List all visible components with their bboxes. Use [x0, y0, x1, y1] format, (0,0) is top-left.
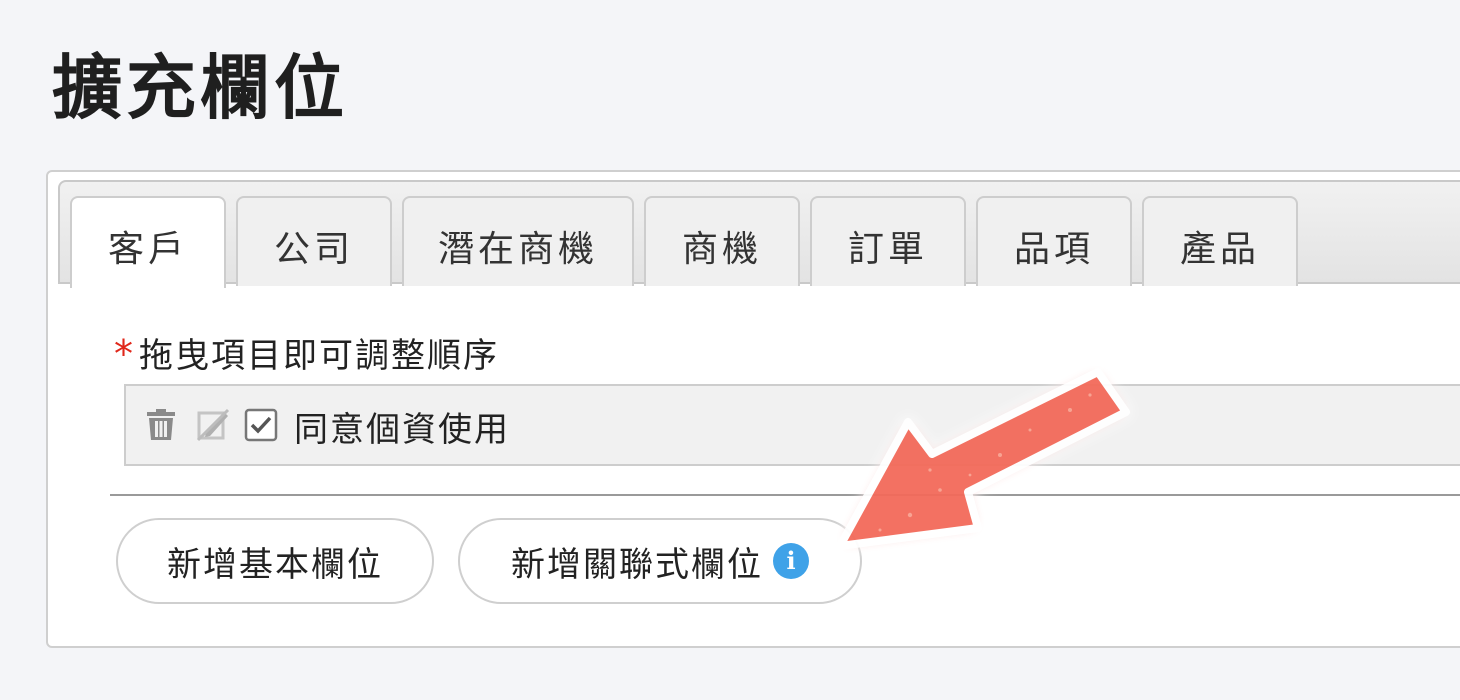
- divider: [110, 494, 1460, 496]
- extension-fields-panel: 客戶 公司 潛在商機 商機 訂單 品項 產品 * 拖曳項目即可調整順序 同意個資使…: [46, 170, 1460, 648]
- tab-company[interactable]: 公司: [236, 196, 392, 286]
- field-item-label: 同意個資使用: [294, 410, 510, 450]
- info-icon[interactable]: i: [773, 543, 809, 579]
- tab-bar: 客戶 公司 潛在商機 商機 訂單 品項 產品: [58, 180, 1460, 288]
- sort-hint: * 拖曳項目即可調整順序: [114, 328, 499, 377]
- add-basic-field-button[interactable]: 新增基本欄位: [116, 518, 434, 604]
- checkbox-icon[interactable]: [244, 408, 278, 442]
- annotation-arrow: [836, 368, 1130, 550]
- field-list-item[interactable]: 同意個資使用: [124, 384, 1460, 466]
- tab-item[interactable]: 品項: [976, 196, 1132, 286]
- edit-disabled-icon: [196, 408, 230, 442]
- tab-lead[interactable]: 潛在商機: [402, 196, 634, 286]
- tab-customer[interactable]: 客戶: [70, 196, 226, 288]
- add-relational-field-label: 新增關聯式欄位: [511, 544, 763, 585]
- add-relational-field-button[interactable]: 新增關聯式欄位 i: [458, 518, 862, 604]
- trash-icon[interactable]: [144, 408, 178, 442]
- required-star: *: [114, 332, 135, 376]
- tab-product[interactable]: 產品: [1142, 196, 1298, 286]
- sort-hint-text: 拖曳項目即可調整順序: [139, 336, 499, 376]
- page-title: 擴充欄位: [52, 47, 348, 129]
- tab-opportunity[interactable]: 商機: [644, 196, 800, 286]
- tab-order[interactable]: 訂單: [810, 196, 966, 286]
